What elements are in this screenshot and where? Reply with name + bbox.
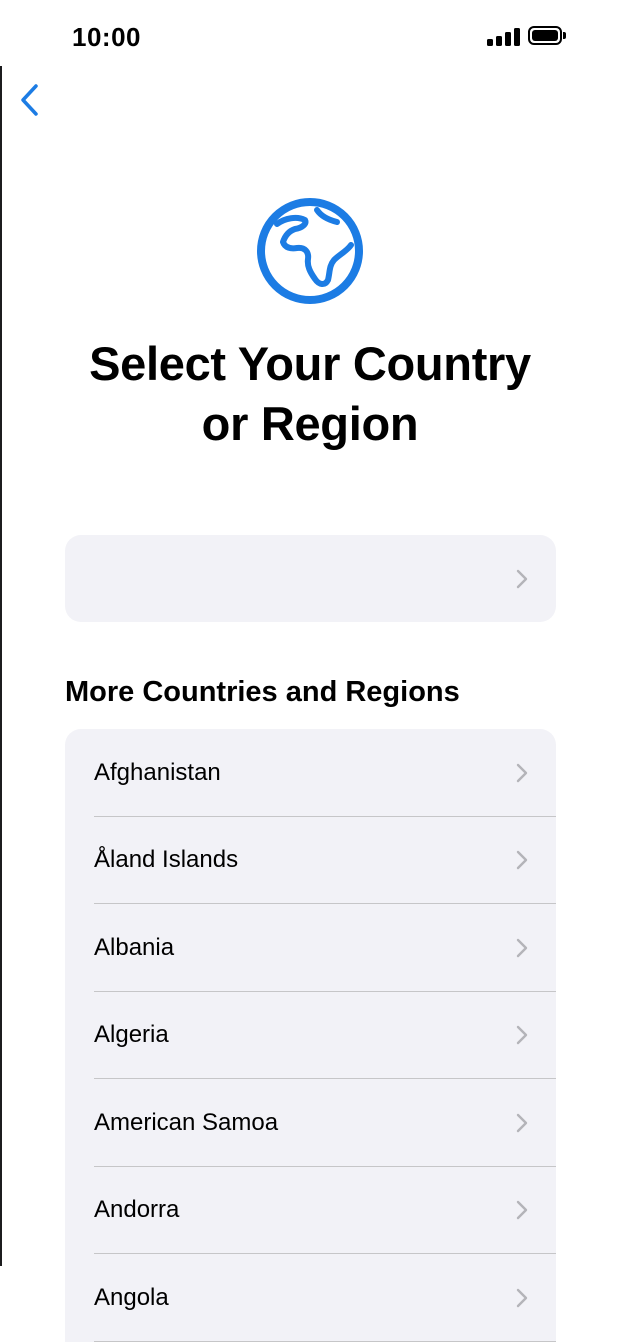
country-label: Albania — [94, 933, 175, 961]
list-item-country[interactable]: American Samoa — [65, 1079, 556, 1167]
country-label: Algeria — [94, 1021, 169, 1049]
globe-africa-icon — [255, 196, 365, 306]
chevron-right-icon — [516, 851, 528, 870]
page-title-line-2: or Region — [201, 397, 419, 450]
row-separator — [94, 1340, 556, 1342]
chevron-right-icon — [516, 1288, 528, 1307]
device-edge — [0, 66, 2, 1266]
suggested-country-button[interactable] — [65, 535, 556, 622]
country-list: Afghanistan Åland Islands Albania Algeri… — [65, 729, 556, 1342]
chevron-right-icon — [516, 569, 528, 588]
list-item-country[interactable]: Andorra — [65, 1167, 556, 1254]
page-title: Select Your Country or Region — [0, 334, 620, 454]
setup-screen: 10:00 Select Your Country or Region More… — [0, 0, 620, 1342]
country-label: American Samoa — [94, 1108, 279, 1136]
chevron-right-icon — [516, 938, 528, 957]
chevron-right-icon — [516, 1113, 528, 1132]
status-time: 10:00 — [72, 22, 141, 52]
list-item-country[interactable]: Åland Islands — [65, 817, 556, 904]
battery-icon — [528, 26, 566, 47]
chevron-right-icon — [516, 763, 528, 782]
page-title-line-1: Select Your Country — [89, 337, 531, 390]
status-bar: 10:00 — [0, 0, 620, 70]
chevron-left-icon — [21, 84, 38, 116]
list-item-country[interactable]: Algeria — [65, 992, 556, 1079]
country-label: Angola — [94, 1283, 169, 1311]
country-label: Andorra — [94, 1196, 180, 1224]
list-item-country[interactable]: Afghanistan — [65, 729, 556, 817]
country-label: Åland Islands — [94, 846, 239, 874]
cellular-signal-icon — [487, 28, 521, 46]
back-button[interactable] — [14, 80, 54, 120]
country-label: Afghanistan — [94, 758, 221, 786]
chevron-right-icon — [516, 1201, 528, 1220]
chevron-right-icon — [516, 1026, 528, 1045]
list-item-country[interactable]: Angola — [65, 1254, 556, 1342]
list-item-country[interactable]: Albania — [65, 904, 556, 992]
section-header: More Countries and Regions — [65, 676, 460, 708]
